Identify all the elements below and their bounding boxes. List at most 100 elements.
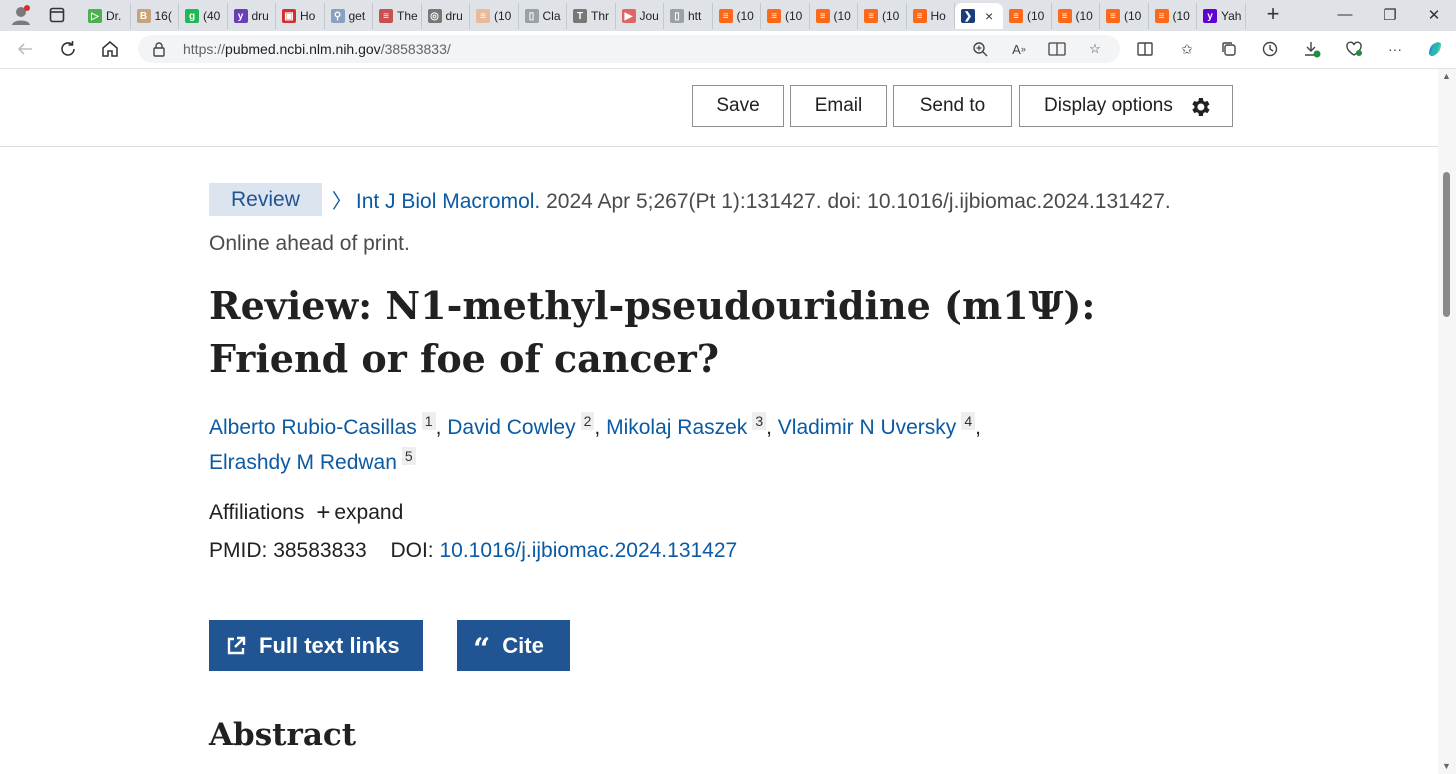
tab-active[interactable]: ❯ × xyxy=(955,3,1003,29)
split-screen-icon[interactable] xyxy=(1134,38,1156,60)
affiliation-number[interactable]: 4 xyxy=(961,412,976,430)
history-icon[interactable] xyxy=(1259,38,1281,60)
tab-favicon-icon: ≡ xyxy=(912,9,927,23)
browser-tab[interactable]: B 16( xyxy=(131,3,179,29)
journal-link[interactable]: Int J Biol Macromol. xyxy=(356,190,540,213)
tab-favicon-icon: ≡ xyxy=(476,9,490,23)
author-link[interactable]: David Cowley xyxy=(447,416,575,439)
browser-tab[interactable]: ≡ (10 xyxy=(1052,3,1100,29)
tab-title: (10 xyxy=(833,9,851,23)
affiliation-number[interactable]: 3 xyxy=(752,412,767,430)
identifiers-row: PMID: 38583833 DOI: 10.1016/j.ijbiomac.2… xyxy=(209,536,737,566)
copilot-icon[interactable] xyxy=(1424,38,1446,60)
expand-affiliations-link[interactable]: expand xyxy=(334,501,403,524)
affiliation-number[interactable]: 1 xyxy=(421,412,436,430)
tab-favicon-icon: ▯ xyxy=(670,9,684,23)
browser-tab[interactable]: ≡ (10 xyxy=(810,3,858,29)
article-action-bar: Save Email Send to Display options xyxy=(0,69,1438,147)
close-window-icon[interactable]: ✕ xyxy=(1424,6,1444,24)
browser-tab[interactable]: ◎ dru xyxy=(422,3,470,29)
scroll-down-icon[interactable]: ▼ xyxy=(1442,761,1451,771)
browser-tab[interactable]: ▶ Jou xyxy=(616,3,664,29)
read-aloud-icon[interactable]: A» xyxy=(1009,39,1029,59)
browser-tab[interactable]: ≡ (10 xyxy=(1003,3,1052,29)
close-tab-icon[interactable]: × xyxy=(985,8,993,24)
lock-icon[interactable] xyxy=(152,41,166,62)
tab-favicon-icon: ❯ xyxy=(961,9,975,23)
chevron-right-icon[interactable]: 〉 xyxy=(332,191,352,213)
tab-favicon-icon: g xyxy=(185,9,199,23)
url-text[interactable]: https://pubmed.ncbi.nlm.nih.gov/38583833… xyxy=(183,41,451,57)
browser-tab[interactable]: ≡ (10 xyxy=(470,3,519,29)
back-icon[interactable] xyxy=(14,38,36,60)
profile-avatar-icon[interactable] xyxy=(8,4,34,26)
tab-title: (10 xyxy=(1075,9,1093,23)
tab-favicon-icon: ≡ xyxy=(815,9,830,23)
zoom-icon[interactable] xyxy=(970,39,990,59)
plus-icon[interactable]: + xyxy=(316,499,330,526)
scroll-up-icon[interactable]: ▲ xyxy=(1442,71,1451,81)
tab-favicon-icon: ▷ xyxy=(88,9,102,23)
tab-list: ▷ Dr. B 16(g (40 y dru ▣ Ho ⚲ get ≡ The ◎ dru ≡ (10 ▯ Cla T… xyxy=(82,3,1246,29)
browser-tab[interactable]: ▷ Dr. xyxy=(82,3,131,29)
citation-details: 2024 Apr 5;267(Pt 1):131427. doi: 10.101… xyxy=(540,190,1171,213)
immersive-reader-icon[interactable] xyxy=(1047,39,1067,59)
affiliation-number[interactable]: 5 xyxy=(401,447,416,465)
save-button[interactable]: Save xyxy=(692,85,784,127)
tab-favicon-icon: T xyxy=(573,9,587,23)
tab-favicon-icon: ≡ xyxy=(1009,9,1023,23)
cite-button[interactable]: “ Cite xyxy=(457,620,570,671)
browser-tab[interactable]: ≡ The xyxy=(373,3,422,29)
affiliations-row: Affiliations + expand xyxy=(209,497,403,528)
browser-tab[interactable]: ▣ Ho xyxy=(276,3,325,29)
tab-actions-icon[interactable] xyxy=(44,4,70,26)
display-options-button[interactable]: Display options xyxy=(1019,85,1233,127)
tab-title: (10 xyxy=(882,9,900,23)
browser-tab[interactable]: ≡ (10 xyxy=(1100,3,1149,29)
downloads-icon[interactable] xyxy=(1301,38,1323,60)
new-tab-button[interactable]: + xyxy=(1262,3,1284,26)
tab-title: htt xyxy=(688,9,702,23)
browser-tab[interactable]: ⚲ get xyxy=(325,3,373,29)
minimize-icon[interactable]: — xyxy=(1335,6,1355,23)
author-list: Alberto Rubio-Casillas 1, David Cowley 2, … xyxy=(209,412,981,474)
collections-icon[interactable] xyxy=(1218,38,1240,60)
tab-title: Ho xyxy=(300,9,316,23)
browser-tab[interactable]: ▯ htt xyxy=(664,3,713,29)
browser-tab[interactable]: g (40 xyxy=(179,3,228,29)
browser-tab[interactable]: T Thr xyxy=(567,3,616,29)
send-to-button[interactable]: Send to xyxy=(893,85,1012,127)
doi-link[interactable]: 10.1016/j.ijbiomac.2024.131427 xyxy=(439,539,737,562)
tab-favicon-icon: ▣ xyxy=(282,9,296,23)
browser-tab[interactable]: y dru xyxy=(228,3,276,29)
more-options-icon[interactable]: ··· xyxy=(1384,38,1406,60)
tab-title: Ho xyxy=(930,9,946,23)
browser-essentials-icon[interactable] xyxy=(1343,38,1365,60)
author-link[interactable]: Vladimir N Uversky xyxy=(778,416,957,439)
browser-tab[interactable]: ≡ (10 xyxy=(1149,3,1197,29)
favorites-icon[interactable]: ✩ xyxy=(1176,38,1198,60)
tab-favicon-icon: ≡ xyxy=(767,9,781,23)
favorite-star-icon[interactable]: ☆ xyxy=(1085,39,1105,59)
browser-tab[interactable]: ≡ Ho xyxy=(907,3,955,29)
tab-favicon-icon: ◎ xyxy=(427,9,442,23)
author-link[interactable]: Elrashdy M Redwan xyxy=(209,451,397,474)
affiliation-number[interactable]: 2 xyxy=(580,412,595,430)
browser-tab[interactable]: ≡ (10 xyxy=(858,3,907,29)
email-button[interactable]: Email xyxy=(790,85,887,127)
author-link[interactable]: Mikolaj Raszek xyxy=(606,416,747,439)
page-scrollbar[interactable]: ▲ ▼ xyxy=(1438,69,1456,774)
browser-tab[interactable]: ≡ (10 xyxy=(713,3,761,29)
tab-title: (10 xyxy=(736,9,754,23)
refresh-icon[interactable] xyxy=(57,38,79,60)
restore-icon[interactable]: ❐ xyxy=(1380,6,1400,24)
browser-tab[interactable]: ≡ (10 xyxy=(761,3,810,29)
address-bar[interactable]: https://pubmed.ncbi.nlm.nih.gov/38583833… xyxy=(138,35,1120,63)
home-icon[interactable] xyxy=(99,38,121,60)
browser-tab[interactable]: ▯ Cla xyxy=(519,3,567,29)
full-text-links-button[interactable]: Full text links xyxy=(209,620,423,671)
scrollbar-thumb[interactable] xyxy=(1443,172,1450,317)
author-link[interactable]: Alberto Rubio-Casillas xyxy=(209,416,417,439)
tab-title: dru xyxy=(251,9,269,23)
browser-tab[interactable]: y Yah xyxy=(1197,3,1246,29)
